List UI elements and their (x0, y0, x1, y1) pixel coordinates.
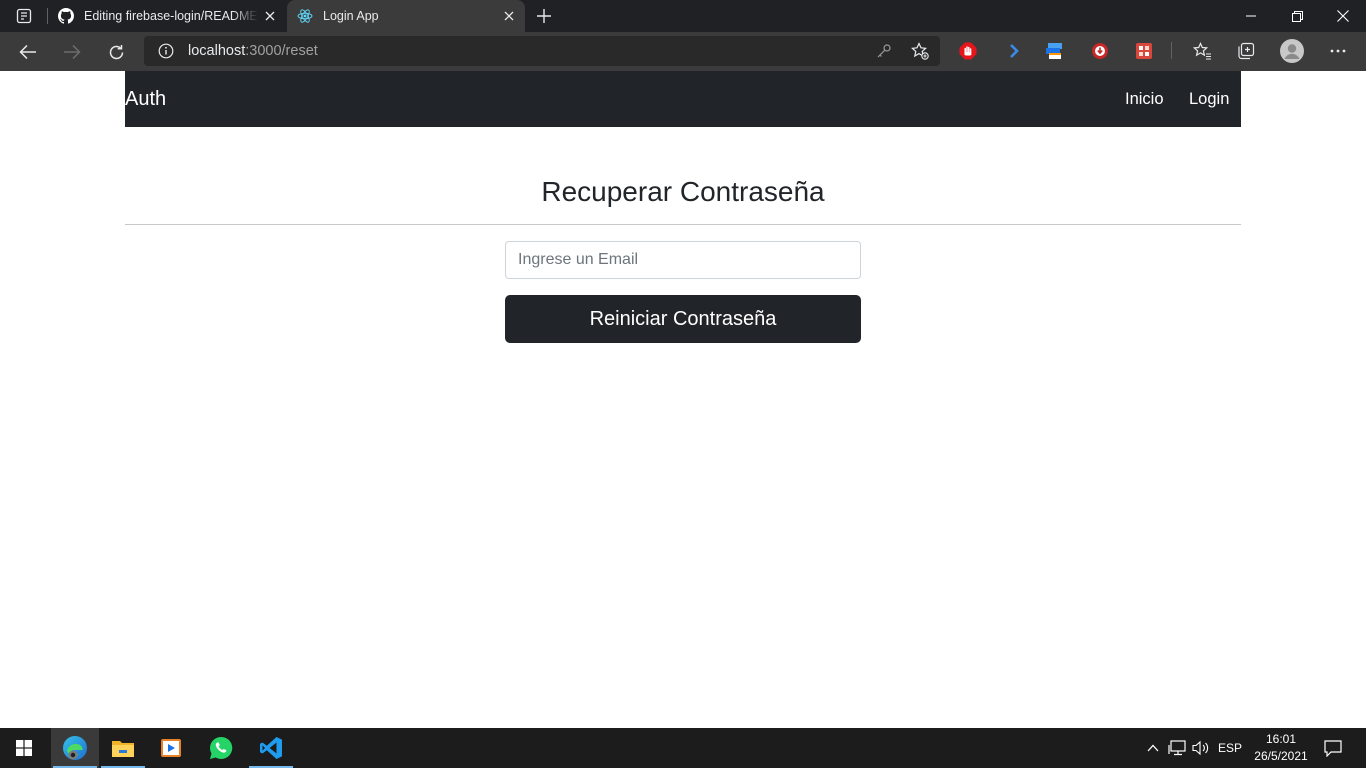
action-center-button[interactable] (1318, 728, 1348, 768)
arrow-extension-icon[interactable] (1004, 41, 1024, 61)
reset-password-button[interactable]: Reiniciar Contraseña (505, 295, 861, 343)
plus-icon (537, 9, 551, 23)
taskbar-edge[interactable] (51, 728, 99, 768)
collections-button[interactable] (1236, 41, 1256, 61)
profile-button[interactable] (1280, 39, 1304, 63)
chevron-up-icon (1147, 744, 1159, 752)
puzzle-red-extension-icon[interactable] (1134, 41, 1154, 61)
page-title: Recuperar Contraseña (541, 176, 825, 207)
close-tab-button[interactable] (497, 4, 521, 28)
taskbar-media-player[interactable] (147, 728, 195, 768)
media-player-icon (161, 739, 181, 757)
url-text[interactable]: localhost:3000/reset (188, 43, 318, 59)
tab-title: Editing firebase-login/README.md (84, 9, 258, 23)
whatsapp-icon (210, 736, 233, 759)
favorites-icon (1192, 42, 1211, 60)
arrow-left-icon (19, 44, 36, 60)
download-extension-icon[interactable] (1090, 41, 1110, 61)
settings-menu-button[interactable] (1328, 41, 1348, 61)
toolbar-separator (1171, 42, 1172, 59)
new-tab-button[interactable] (532, 4, 556, 28)
clock[interactable]: 16:01 26/5/2021 (1248, 731, 1314, 765)
email-field[interactable] (505, 241, 861, 279)
hand-stop-extension-icon[interactable] (958, 41, 978, 61)
show-hidden-icons-button[interactable] (1144, 728, 1162, 768)
tab-github-readme[interactable]: Editing firebase-login/README.md (48, 0, 286, 32)
forward-button[interactable] (56, 36, 88, 68)
address-bar[interactable]: localhost:3000/reset (144, 36, 940, 66)
more-horizontal-icon (1330, 49, 1346, 53)
tab-login-app[interactable]: Login App (287, 0, 525, 32)
edge-icon (63, 736, 87, 760)
restore-icon (1291, 10, 1303, 22)
refresh-icon (109, 44, 123, 59)
clock-time: 16:01 (1265, 732, 1297, 746)
react-icon (297, 9, 313, 23)
network-icon (1168, 740, 1186, 756)
refresh-button[interactable] (100, 36, 132, 68)
arrow-right-icon (64, 44, 81, 60)
file-explorer-icon (112, 741, 134, 757)
taskbar-file-explorer[interactable] (99, 728, 147, 768)
page-viewport: Auth Inicio Login Recuperar Contraseña R… (0, 71, 1366, 728)
clock-date: 26/5/2021 (1254, 749, 1308, 763)
minimize-icon (1246, 15, 1256, 17)
restore-button[interactable] (1274, 0, 1320, 32)
windows-logo-icon (16, 740, 32, 756)
language-indicator[interactable]: ESP (1214, 728, 1246, 768)
divider (125, 224, 1241, 225)
favorites-button[interactable] (1192, 41, 1212, 61)
close-icon (265, 11, 275, 21)
taskbar-vscode[interactable] (247, 728, 295, 768)
navbar-brand[interactable]: Auth (125, 88, 166, 111)
start-button[interactable] (0, 728, 48, 768)
vscode-icon (260, 737, 282, 759)
network-button[interactable] (1166, 728, 1188, 768)
close-window-button[interactable] (1320, 0, 1366, 32)
add-favorite-icon[interactable] (911, 42, 929, 60)
avatar-icon (1280, 39, 1304, 63)
taskbar-whatsapp[interactable] (197, 728, 245, 768)
close-icon (504, 11, 514, 21)
github-icon (58, 8, 74, 24)
nav-link-login[interactable]: Login (1189, 90, 1229, 109)
tab-title: Login App (323, 9, 379, 23)
url-host: localhost (188, 43, 246, 59)
notification-icon (1324, 739, 1342, 757)
app-navbar: Auth Inicio Login (125, 71, 1241, 127)
url-path: :3000/reset (245, 43, 318, 59)
translate-extension-icon[interactable] (1045, 41, 1065, 61)
collections-icon (1238, 42, 1255, 60)
info-icon[interactable] (158, 43, 174, 59)
browser-tab-strip: Editing firebase-login/README.md Login A… (0, 0, 1366, 32)
nav-link-inicio[interactable]: Inicio (1125, 90, 1164, 109)
volume-button[interactable] (1190, 728, 1212, 768)
close-tab-button[interactable] (258, 4, 282, 28)
volume-icon (1192, 740, 1209, 756)
minimize-button[interactable] (1228, 0, 1274, 32)
browser-toolbar: localhost:3000/reset (0, 32, 1366, 71)
key-icon[interactable] (875, 42, 893, 60)
close-icon (1337, 10, 1349, 22)
windows-taskbar: ESP 16:01 26/5/2021 (0, 728, 1366, 768)
tab-actions-icon (16, 8, 32, 24)
tab-actions-button[interactable] (10, 6, 38, 26)
back-button[interactable] (12, 36, 44, 68)
